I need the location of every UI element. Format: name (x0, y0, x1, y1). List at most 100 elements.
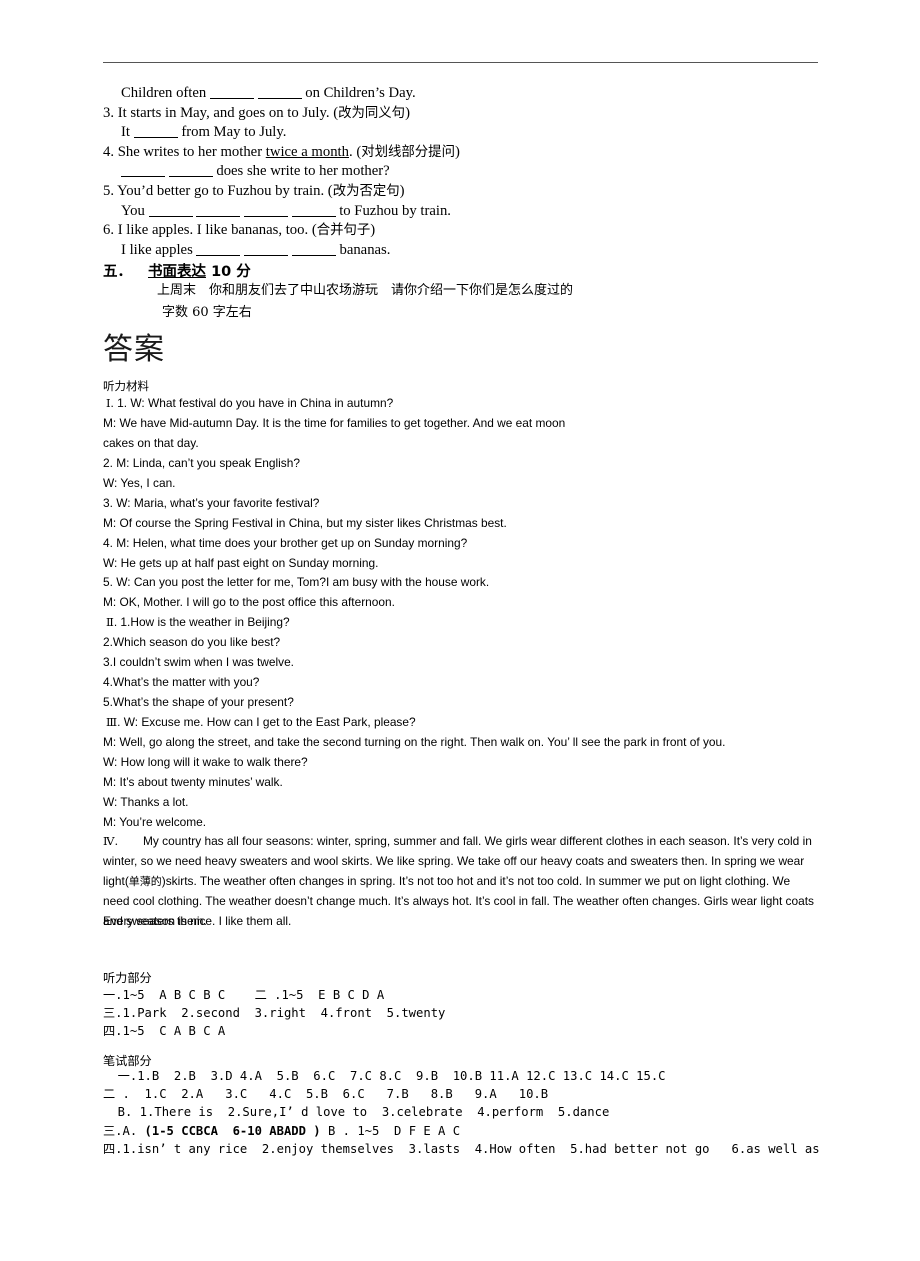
transcript-line: 2.Which season do you like best? (103, 633, 833, 653)
transcript-line: M: You’re welcome. (103, 813, 833, 833)
sentence-text: I like apples (121, 241, 197, 258)
answer-blank[interactable] (121, 162, 165, 178)
answer-blank[interactable] (291, 241, 336, 256)
transcript-line: W: Thanks a lot. (103, 793, 833, 813)
transcript-text: 5. W: Can you post the letter for me, To… (103, 575, 490, 590)
transcript-line: Ⅰ. 1. W: What festival do you have in Ch… (103, 394, 833, 414)
listening-material-heading: 听力材料 (103, 379, 149, 393)
transcript-text: M: Of course the Spring Festival in Chin… (103, 515, 507, 530)
transcript-line: M: We have Mid-autumn Day. It is the tim… (103, 414, 833, 434)
answer-key-text: 二 . 1.C 2.A 3.C 4.C 5.B 6.C 7.B 8.B 9.A … (103, 1087, 549, 1102)
transcript-text: W: How long will it wake to walk there? (103, 754, 308, 769)
transcript-text: 5.What’s the shape of your present? (103, 695, 294, 710)
answer-blank[interactable] (196, 202, 241, 217)
ex-6: 6. I like apples. I like bananas, too. (… (103, 221, 863, 241)
chinese-instruction: 改为否定句 (332, 183, 400, 199)
transcript-line: W: Yes, I can. (103, 474, 833, 494)
listening-transcript: Ⅰ. 1. W: What festival do you have in Ch… (103, 394, 833, 833)
transcript-text: M: It’s about twenty minutes’ walk. (103, 774, 283, 789)
section-five-prompt-line1: 上周末 你和朋友们去了中山农场游玩 请你介绍一下你们是怎么度过的 (157, 283, 574, 298)
answer-key-text: B . 1~5 D F E A C (320, 1123, 461, 1138)
transcript-text: W: Yes, I can. (103, 475, 176, 490)
transcript-line: W: How long will it wake to walk there? (103, 753, 833, 773)
sentence-text: does she write to her mother? (212, 163, 390, 180)
section-five-points: 10 分 (211, 264, 251, 280)
transcript-text: 3. W: Maria, what’s your favorite festiv… (103, 495, 320, 510)
transcript-text: 3.I couldn’t swim when I was twelve. (103, 655, 294, 670)
written-2: 二 . 1.C 2.A 3.C 4.C 5.B 6.C 7.B 8.B 9.A … (103, 1085, 820, 1103)
transcript-line: M: Well, go along the street, and take t… (103, 733, 833, 753)
ex-4-answer: does she write to her mother? (103, 162, 863, 182)
ex-4: 4. She writes to her mother twice a mont… (103, 143, 863, 163)
ex-3: 3. It starts in May, and goes on to July… (103, 104, 863, 124)
answer-key-listening: 一.1~5 A B C B C 二 .1~5 E B C D A 三.1.Park… (103, 986, 445, 1041)
sentence-text: 6. I like apples. I like bananas, too. ( (103, 222, 317, 239)
answer-key-line: 三.1.Park 2.second 3.right 4.front 5.twen… (103, 1006, 446, 1021)
sentence-text: bananas. (335, 241, 391, 258)
ex-6-answer: I like apples bananas. (103, 241, 863, 261)
answer-key-text: 三.A. (103, 1123, 145, 1138)
written-1: 一.1.B 2.B 3.D 4.A 5.B 6.C 7.C 8.C 9.B 10… (103, 1067, 820, 1085)
transcript-line: M: It’s about twenty minutes’ walk. (103, 773, 833, 793)
answer-blank[interactable] (196, 241, 241, 256)
answer-key-line: 四.1~5 C A B C A (103, 1024, 226, 1039)
document-page: Children often on Children’s Day. 3. It s… (0, 0, 920, 1261)
sentence-text: ) (370, 222, 376, 239)
answer-blank[interactable] (244, 241, 289, 256)
transcript-line: M: OK, Mother. I will go to the post off… (103, 593, 833, 613)
transcript-text: . 1.How is the weather in Beijing? (113, 615, 290, 630)
answer-key-line: 一.1~5 A B C B C 二 .1~5 E B C D A (103, 988, 385, 1002)
section-five-heading: 五． 书面表达 10 分 (103, 260, 251, 281)
transcript-text: . W: Excuse me. How can I get to the Eas… (117, 715, 416, 729)
chinese-gloss: 单薄的 (128, 874, 162, 888)
transcript-line: 5. W: Can you post the letter for me, To… (103, 573, 833, 593)
sentence-text: 5. You’d better go to Fuzhou by train. ( (103, 182, 333, 199)
sentence-text: from May to July. (177, 124, 287, 141)
transcript-text: M: You’re welcome. (103, 814, 207, 829)
ex-5-answer: You to Fuzhou by train. (103, 202, 863, 222)
listening-paragraph-four-closing: Every season is nice. I like them all. (103, 914, 292, 928)
answer-blank[interactable] (291, 202, 336, 217)
answer-blank[interactable] (257, 84, 302, 99)
transcript-line: 3. W: Maria, what’s your favorite festiv… (103, 494, 833, 514)
transcript-text: W: He gets up at half past eight on Sund… (103, 555, 379, 570)
sentence-text: Children often (121, 85, 210, 101)
answer-blank[interactable] (168, 162, 213, 178)
sentence-text: to Fuzhou by train. (335, 202, 451, 219)
chinese-instruction: 合并句子 (316, 223, 371, 239)
transcript-text: . 1. W: What festival do you have in Chi… (110, 396, 394, 410)
transcript-text: M: We have Mid-autumn Day. It is the tim… (103, 415, 566, 430)
transcript-line: cakes on that day. (103, 434, 833, 454)
written-3: 三.A. (1-5 CCBCA 6-10 ABADD ) B . 1~5 D F… (103, 1122, 820, 1140)
section-five-prompt-line2: 字数 60 字左右 (162, 305, 252, 320)
answer-blank[interactable] (209, 84, 254, 99)
answer-key-text: B. 1.There is 2.Sure,I’ d love to 3.cele… (103, 1105, 610, 1120)
ex-5: 5. You’d better go to Fuzhou by train. (… (103, 182, 863, 202)
chinese-instruction: 改为同义句 (338, 105, 406, 121)
transcript-text: M: OK, Mother. I will go to the post off… (103, 595, 395, 610)
answer-blank[interactable] (148, 202, 193, 217)
answer-key-written: 一.1.B 2.B 3.D 4.A 5.B 6.C 7.C 8.C 9.B 10… (103, 1067, 820, 1158)
roman-numeral: Ⅱ (106, 615, 114, 630)
ex-3-answer: It from May to July. (103, 123, 863, 143)
transcript-text: W: Thanks a lot. (103, 794, 189, 809)
answer-key-listening-heading: 听力部分 (103, 971, 152, 985)
section-five-title: 书面表达 (148, 264, 206, 280)
answer-blank[interactable] (133, 123, 178, 139)
transcript-line: Ⅱ. 1.How is the weather in Beijing? (103, 613, 833, 633)
section-five-number: 五． (103, 264, 132, 280)
answer-key-text: 四.1.isn’ t any rice 2.enjoy themselves 3… (103, 1141, 820, 1156)
transcript-line: 5.What’s the shape of your present? (103, 693, 833, 713)
sentence-text: on Children’s Day. (301, 85, 416, 101)
transcript-text: cakes on that day. (103, 435, 199, 450)
answer-blank[interactable] (243, 202, 288, 217)
answers-title: 答案 (103, 332, 165, 367)
chinese-instruction: 对划线部分提问 (361, 144, 455, 160)
sentence-text: You (121, 202, 149, 219)
transcript-line: 2. M: Linda, can’t you speak English? (103, 454, 833, 474)
sentence-text: . ( (348, 143, 362, 160)
transcript-text: M: Well, go along the street, and take t… (103, 734, 726, 749)
transcript-line: M: Of course the Spring Festival in Chin… (103, 514, 833, 534)
roman-numeral: Ⅲ (106, 715, 118, 729)
sentence-text: 4. She writes to her mother (103, 143, 266, 160)
